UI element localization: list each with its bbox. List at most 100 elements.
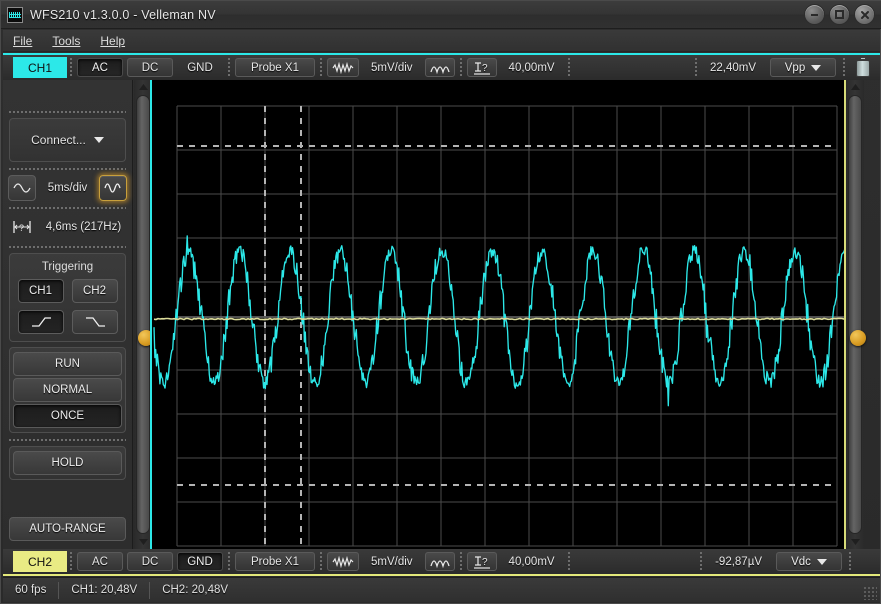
ch1-coupling-gnd[interactable]: GND [177, 58, 223, 77]
ch1-measure-mode-dropdown[interactable]: Vpp [770, 58, 836, 77]
connect-label: Connect... [31, 133, 86, 147]
ch2-measure-mode-dropdown[interactable]: Vdc [776, 552, 842, 571]
auto-range-button[interactable]: AUTO-RANGE [9, 517, 126, 541]
ch1-waveform-button[interactable] [327, 58, 359, 77]
ch1-measure-mode-label: Vpp [784, 61, 806, 74]
scroll-down-icon[interactable] [846, 535, 864, 549]
ch2-coupling-gnd[interactable]: GND [177, 552, 223, 571]
ch1-level-button[interactable]: ? [466, 58, 497, 77]
status-fps: 60 fps [3, 581, 60, 599]
vertical-position-icon [429, 559, 450, 568]
ch1-probe-button[interactable]: Probe X1 [235, 58, 315, 77]
ch2-coupling-ac[interactable]: AC [77, 552, 123, 571]
ch1-position-button[interactable] [424, 58, 455, 77]
sidebar-divider [9, 167, 126, 170]
toolbar-separator [567, 58, 570, 77]
menu-bar: File Tools Help [3, 30, 880, 52]
run-mode-panel: RUN NORMAL ONCE [9, 347, 126, 433]
minimize-icon [811, 14, 818, 16]
ch2-position-track[interactable] [848, 95, 866, 534]
ch2-position-button[interactable] [424, 552, 455, 571]
toolbar-separator [70, 58, 72, 77]
battery-icon [854, 57, 872, 79]
ch2-tab[interactable]: CH2 [13, 551, 67, 572]
ch1-coupling-ac[interactable]: AC [77, 58, 123, 77]
toolbar-separator [849, 552, 851, 571]
ch2-measure-mode-label: Vdc [791, 555, 811, 568]
trigger-level-icon: ? [473, 61, 490, 75]
title-bar: WFS210 v1.3.0.0 - Velleman NV [1, 1, 881, 29]
timebase-value: 5ms/div [47, 182, 88, 194]
ch2-waveform-button[interactable] [327, 552, 359, 571]
window-title: WFS210 v1.3.0.0 - Velleman NV [30, 7, 216, 22]
normal-button[interactable]: NORMAL [13, 378, 122, 402]
ch2-probe-button[interactable]: Probe X1 [235, 552, 315, 571]
ch2-toolbar: CH2 AC DC GND Probe X1 5mV/div ? 40,00mV [3, 549, 880, 576]
auto-range-wrap: AUTO-RANGE [9, 515, 126, 543]
trigger-slope-falling[interactable] [71, 310, 118, 334]
maximize-icon [835, 10, 844, 19]
ch2-position-knob[interactable] [850, 330, 866, 346]
ch1-tab[interactable]: CH1 [13, 57, 67, 78]
trigger-source-ch1[interactable]: CH1 [17, 279, 64, 303]
resize-grip[interactable] [863, 586, 877, 600]
trigger-level-icon: ? [473, 555, 490, 569]
ch2-coupling-dc[interactable]: DC [127, 552, 173, 571]
ch1-coupling-dc[interactable]: DC [127, 58, 173, 77]
trigger-slope-rising[interactable] [17, 310, 64, 334]
hold-button[interactable]: HOLD [13, 451, 122, 475]
once-button[interactable]: ONCE [13, 404, 122, 428]
connect-button[interactable]: Connect... [9, 118, 126, 162]
ch1-level-value: 40,00mV [508, 61, 555, 74]
time-cursor-value: 4,6ms (217Hz) [45, 221, 122, 233]
ch1-volts-div[interactable]: 5mV/div [363, 58, 421, 77]
application-window: WFS210 v1.3.0.0 - Velleman NV File Tools [0, 0, 881, 604]
sidebar-divider [9, 206, 126, 209]
maximize-button[interactable] [829, 4, 850, 25]
ch2-level-value: 40,00mV [508, 555, 555, 568]
close-icon [860, 10, 869, 19]
timebase-decrease-button[interactable] [8, 175, 36, 201]
scope-display[interactable] [152, 80, 846, 549]
rising-edge-icon [31, 317, 51, 327]
scope-canvas [153, 105, 846, 547]
menu-tools[interactable]: Tools [52, 34, 80, 48]
time-cursor-icon: ? [13, 221, 31, 233]
close-button[interactable] [854, 4, 875, 25]
sidebar-divider [9, 438, 126, 441]
ch2-level-button[interactable]: ? [466, 552, 497, 571]
trigger-slope-row [15, 310, 120, 334]
ch1-toolbar: CH1 AC DC GND Probe X1 5mV/div ? 40,00mV [3, 53, 880, 80]
ch1-position-track[interactable] [136, 95, 154, 534]
timebase-increase-button[interactable] [99, 175, 127, 201]
toolbar-end-pad [854, 549, 880, 574]
menu-help[interactable]: Help [100, 34, 125, 48]
toolbar-separator [228, 58, 230, 77]
svg-text:?: ? [19, 223, 24, 233]
svg-text:?: ? [482, 557, 488, 568]
ch1-measure-value: 22,40mV [709, 61, 756, 74]
run-button[interactable]: RUN [13, 352, 122, 376]
ch2-position-scrollbar[interactable] [846, 80, 866, 549]
menu-file[interactable]: File [13, 34, 32, 48]
waveform-icon [332, 61, 354, 74]
time-cursor-button[interactable]: ? [8, 214, 36, 240]
window-controls [800, 4, 875, 25]
trigger-source-ch2[interactable]: CH2 [71, 279, 118, 303]
hold-panel: HOLD [9, 446, 126, 480]
trigger-source-row: CH1 CH2 [15, 279, 120, 303]
toolbar-separator [700, 552, 703, 571]
waveform-icon [332, 555, 354, 568]
triggering-title: Triggering [41, 261, 94, 273]
minimize-button[interactable] [804, 4, 825, 25]
scroll-up-icon[interactable] [846, 80, 864, 94]
toolbar-separator [843, 58, 845, 77]
timebase-row: 5ms/div [7, 173, 128, 203]
xy-wave-icon [104, 183, 121, 193]
status-ch1: CH1: 20,48V [59, 581, 151, 599]
ch2-measure-value: -92,87µV [715, 555, 762, 568]
ch2-volts-div[interactable]: 5mV/div [363, 552, 421, 571]
toolbar-separator [320, 58, 322, 77]
toolbar-separator [694, 58, 697, 77]
